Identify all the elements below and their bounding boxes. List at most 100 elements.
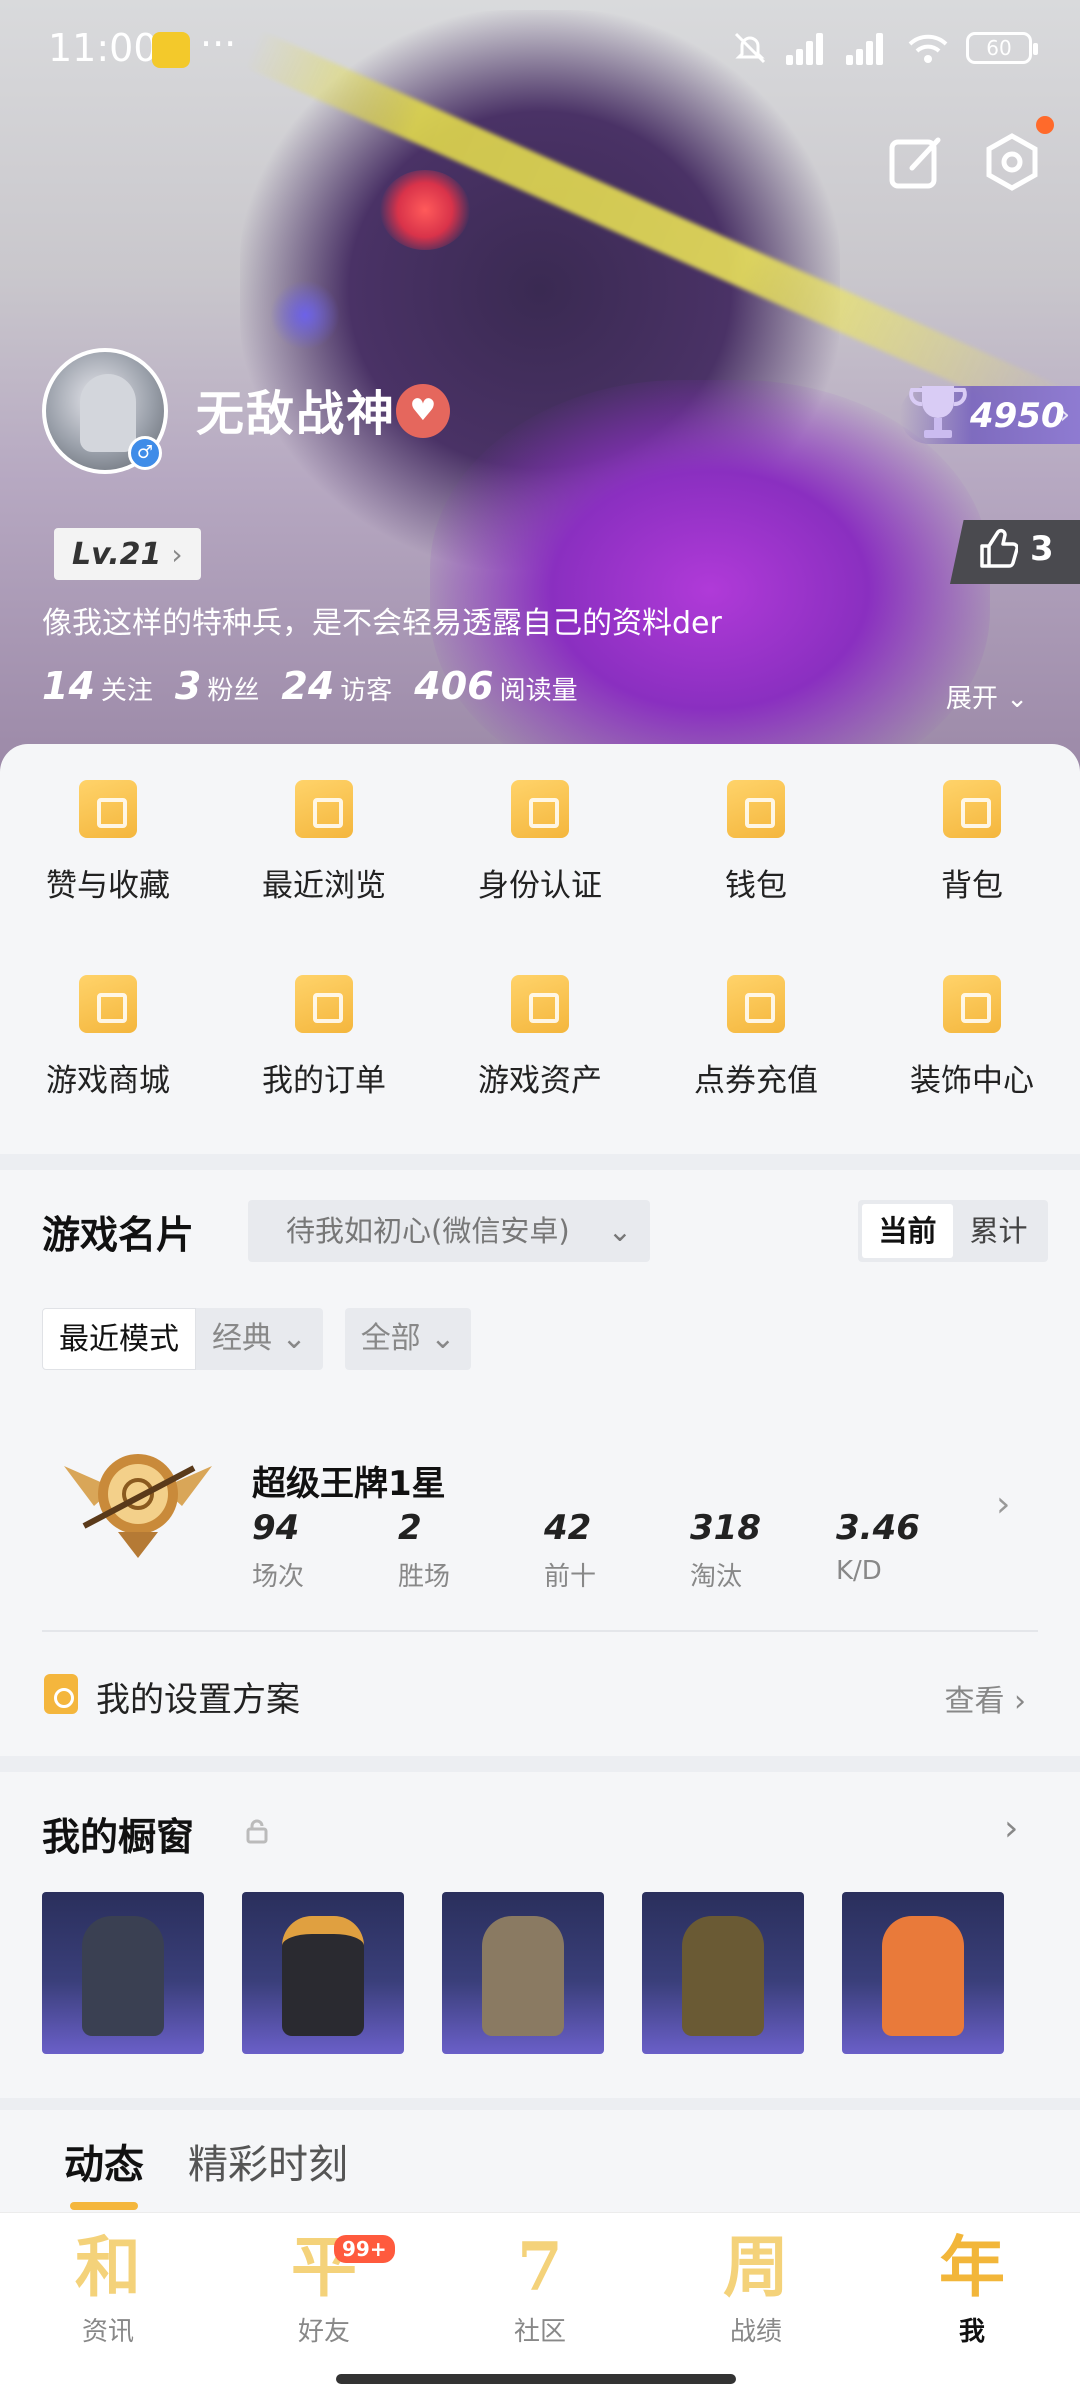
quick-action-backpack[interactable]: 背包 (864, 780, 1080, 905)
orders-icon (295, 975, 353, 1033)
settings-plan-title: 我的设置方案 (96, 1680, 300, 1720)
quick-action-orders[interactable]: 我的订单 (216, 975, 432, 1100)
rank-name: 超级王牌1星 (252, 1464, 446, 1504)
account-select[interactable]: 待我如初心(微信安卓) ⌄ (248, 1200, 650, 1262)
edit-icon (889, 137, 941, 189)
rank-stat-kills: 318 淘汰 (690, 1508, 761, 1592)
rank-stats: 94 场次 2 胜场 42 前十 318 淘汰 3.46 K/D (252, 1508, 982, 1593)
more-notifications-icon: ··· (200, 22, 237, 66)
card-divider (42, 1630, 1038, 1632)
bookmark-heart-icon (79, 780, 137, 838)
showcase-item[interactable] (442, 1892, 604, 2054)
edit-profile-button[interactable] (884, 130, 948, 194)
signal-2-icon (846, 31, 890, 65)
like-button[interactable]: 3 (976, 528, 1054, 570)
wallet-icon (727, 780, 785, 838)
rank-details-chevron-icon[interactable]: › (996, 1484, 1010, 1525)
signal-icon (786, 31, 830, 65)
quick-action-game-shop[interactable]: 游戏商城 (0, 975, 216, 1100)
backpack-icon (943, 780, 1001, 838)
quick-action-likes-favorites[interactable]: 赞与收藏 (0, 780, 216, 905)
rank-stat-matches: 94 场次 (252, 1508, 305, 1592)
like-count: 3 (1030, 529, 1054, 569)
trophy-points-button[interactable]: 4950 › (900, 386, 1080, 444)
section-divider (0, 1756, 1080, 1772)
quick-action-decoration[interactable]: 装饰中心 (864, 975, 1080, 1100)
home-indicator (336, 2374, 736, 2384)
chevron-right-icon: › (1014, 1684, 1026, 1719)
quick-action-recharge[interactable]: 点券充值 (648, 975, 864, 1100)
tab-highlights[interactable]: 精彩时刻 (188, 2132, 348, 2190)
recharge-icon (727, 975, 785, 1033)
mute-icon (734, 32, 766, 64)
quick-action-recent[interactable]: 最近浏览 (216, 780, 432, 905)
quick-action-wallet[interactable]: 钱包 (648, 780, 864, 905)
chip-classic[interactable]: 经典 ⌄ (196, 1308, 323, 1370)
level-badge[interactable]: Lv.21 › (54, 528, 201, 580)
decoration-icon (943, 975, 1001, 1033)
rank-stat-top10: 42 前十 (544, 1508, 597, 1592)
friends-tab-icon: 平 (291, 2228, 357, 2306)
chip-recent-mode[interactable]: 最近模式 (42, 1308, 196, 1370)
records-tab-icon: 周 (723, 2228, 789, 2306)
showcase-more-chevron-icon[interactable]: › (1004, 1808, 1018, 1849)
bottom-navigation: 和 资讯 平 99+ 好友 7 社区 周 战绩 年 我 (0, 2212, 1080, 2400)
current-total-toggle[interactable]: 当前 累计 (858, 1200, 1048, 1262)
rank-stat-wins: 2 胜场 (398, 1508, 451, 1592)
chevron-right-icon: › (1059, 400, 1070, 430)
chevron-down-icon: ⌄ (430, 1321, 456, 1356)
tab-feed[interactable]: 动态 (64, 2132, 144, 2210)
news-tab-icon: 和 (75, 2228, 141, 2306)
stat-following[interactable]: 14 关注 (42, 664, 153, 708)
battery-icon: 60 (966, 32, 1038, 64)
status-time: 11:00 (48, 26, 158, 70)
me-tab-icon: 年 (939, 2228, 1005, 2306)
expand-button[interactable]: 展开 ⌄ (946, 678, 1028, 715)
recent-icon (295, 780, 353, 838)
wifi-icon (908, 34, 948, 63)
chevron-down-icon: ⌄ (1006, 684, 1028, 714)
friends-badge: 99+ (334, 2235, 395, 2263)
game-card-title: 游戏名片 (42, 1213, 195, 1257)
quick-actions-grid: 赞与收藏 最近浏览 身份认证 钱包 背包 游戏商城 我的订单 游戏资产 点券充值… (0, 780, 1080, 1100)
showcase-item[interactable] (42, 1892, 204, 2054)
nav-community[interactable]: 7 社区 (432, 2227, 648, 2348)
stat-followers[interactable]: 3 粉丝 (175, 664, 259, 708)
rank-emblem-icon (64, 1454, 212, 1558)
nav-friends[interactable]: 平 99+ 好友 (216, 2227, 432, 2348)
thumbs-up-icon (980, 528, 1018, 568)
chevron-right-icon: › (171, 537, 183, 571)
chevron-down-icon: ⌄ (607, 1214, 632, 1248)
lock-icon (246, 1819, 268, 1844)
feed-tabs: 动态 精彩时刻 (64, 2132, 348, 2210)
toggle-total[interactable]: 累计 (953, 1204, 1044, 1258)
nav-records[interactable]: 周 战绩 (648, 2227, 864, 2348)
heart-icon[interactable]: ♥ (396, 384, 450, 438)
stat-reads[interactable]: 406 阅读量 (414, 664, 577, 708)
mode-filters: 最近模式 经典 ⌄ 全部 ⌄ (42, 1308, 472, 1370)
showcase-title: 我的橱窗 (42, 1815, 195, 1859)
section-divider (0, 1154, 1080, 1170)
showcase-items (42, 1892, 1004, 2054)
showcase-item[interactable] (842, 1892, 1004, 2054)
status-bar: 11:00 ··· 60 (0, 0, 1080, 100)
level-text: Lv.21 (72, 536, 162, 572)
chip-all[interactable]: 全部 ⌄ (344, 1308, 472, 1370)
quick-action-game-assets[interactable]: 游戏资产 (432, 975, 648, 1100)
profile-stats: 14 关注 3 粉丝 24 访客 406 阅读量 (42, 664, 578, 708)
assets-icon (511, 975, 569, 1033)
quick-action-verification[interactable]: 身份认证 (432, 780, 648, 905)
showcase-item[interactable] (642, 1892, 804, 2054)
settings-notification-dot (1036, 116, 1054, 134)
nav-me[interactable]: 年 我 (864, 2227, 1080, 2348)
settings-plan-view-button[interactable]: 查看 › (944, 1676, 1026, 1720)
trophy-points: 4950 (970, 396, 1065, 436)
stat-visitors[interactable]: 24 访客 (281, 664, 392, 708)
settings-button[interactable] (980, 130, 1044, 194)
toggle-current[interactable]: 当前 (862, 1204, 953, 1258)
app-notification-icon (152, 32, 190, 68)
showcase-item[interactable] (242, 1892, 404, 2054)
male-gender-icon: ♂ (128, 436, 162, 470)
nav-news[interactable]: 和 资讯 (0, 2227, 216, 2348)
settings-hexagon-icon (986, 133, 1038, 191)
